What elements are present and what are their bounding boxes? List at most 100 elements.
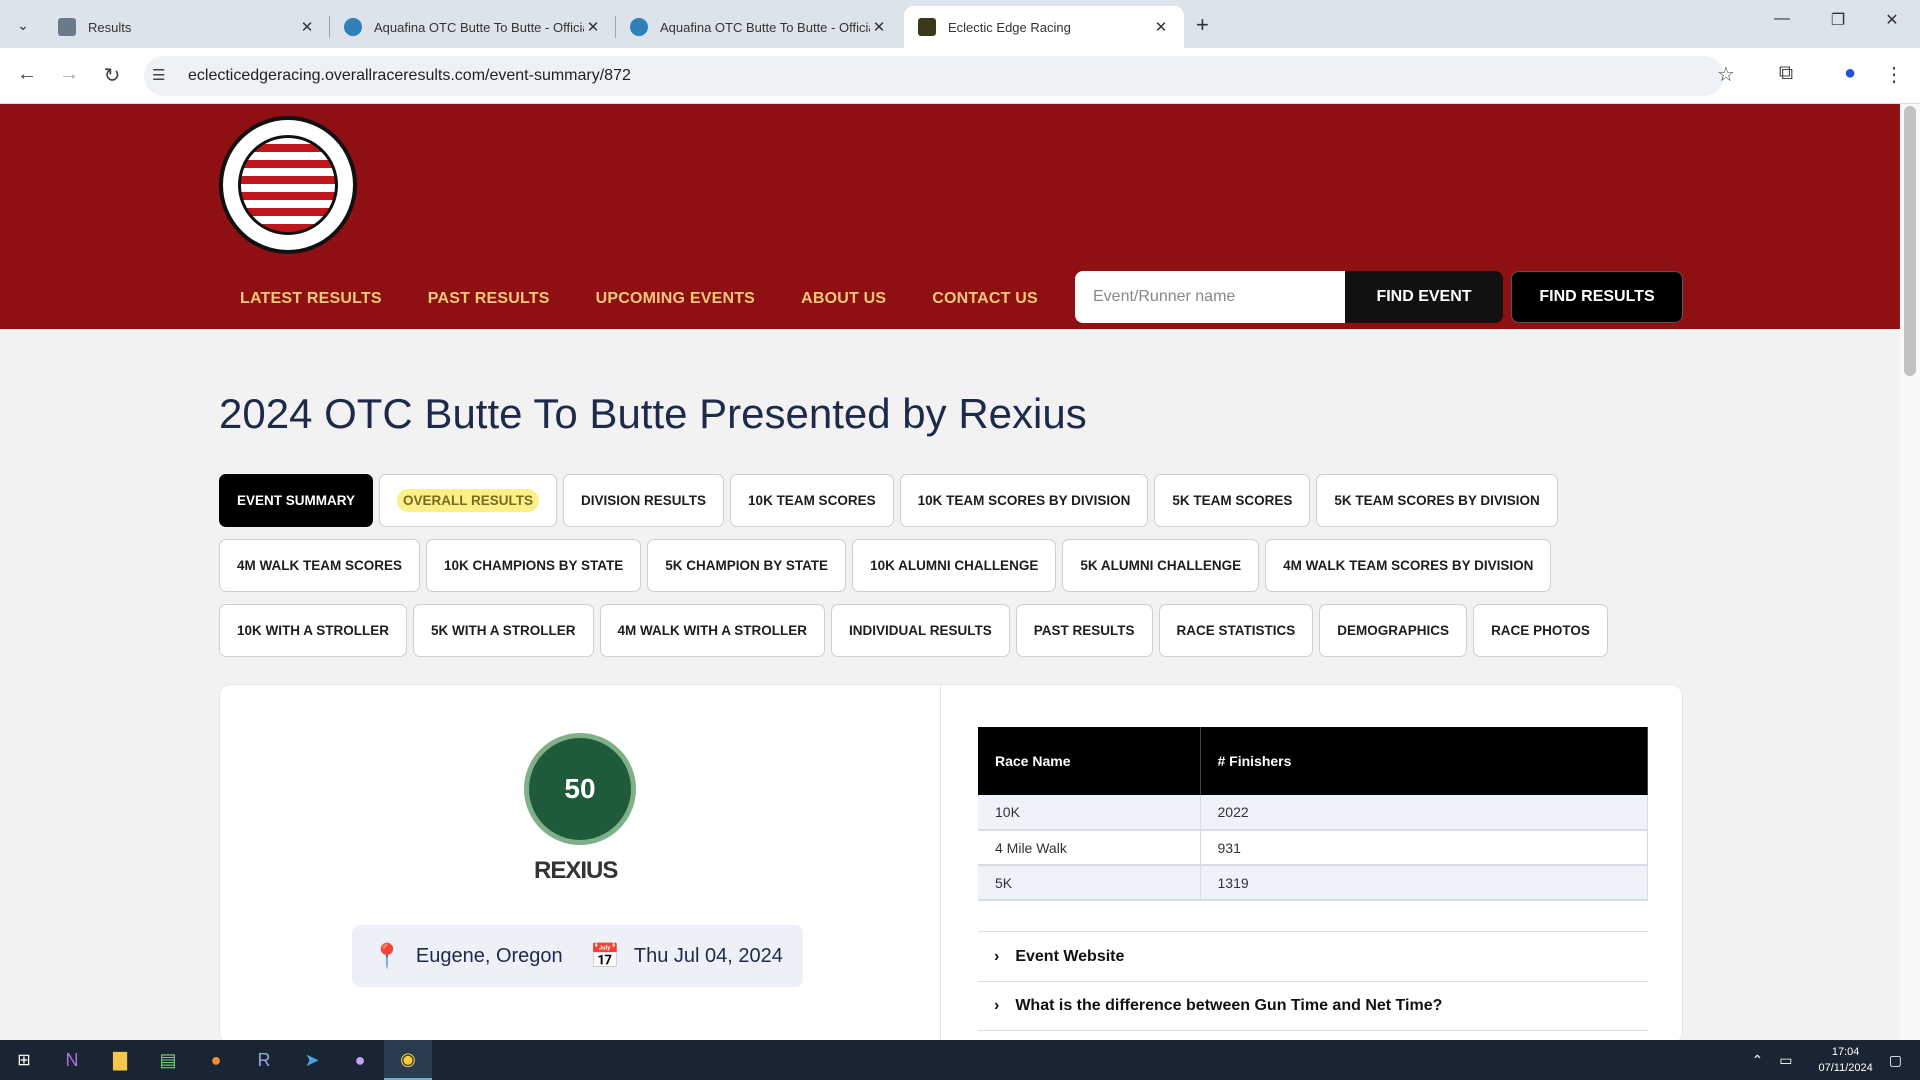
tab-aquafina-1[interactable]: Aquafina OTC Butte To Butte - Official ✕ bbox=[330, 6, 616, 48]
url-bar[interactable]: eclecticedgeracing.overallraceresults.co… bbox=[144, 56, 1724, 96]
event-location: Eugene, Oregon bbox=[415, 944, 563, 967]
tab-search-chevron-icon[interactable]: ⌄ bbox=[10, 12, 36, 38]
calendar-icon: 📅 bbox=[590, 942, 620, 970]
minimize-icon[interactable]: — bbox=[1762, 10, 1802, 28]
nav-upcoming-events[interactable]: UPCOMING EVENTS bbox=[596, 290, 755, 308]
results-favicon-icon bbox=[58, 18, 76, 36]
site-info-icon[interactable]: ☰ bbox=[152, 66, 165, 84]
tab-5k-team-scores-by-division[interactable]: 5K TEAM SCORES BY DIVISION bbox=[1316, 474, 1558, 527]
browser-tab-bar: ⌄ Results ✕ Aquafina OTC Butte To Butte … bbox=[0, 0, 1920, 48]
event-runner-search-input[interactable]: Event/Runner name bbox=[1075, 271, 1355, 323]
tab-10k-team-scores[interactable]: 10K TEAM SCORES bbox=[730, 474, 894, 527]
tab-overall-results[interactable]: OVERALL RESULTS bbox=[379, 474, 558, 527]
tab-10k-with-stroller[interactable]: 10K WITH A STROLLER bbox=[219, 604, 408, 657]
site-header: LATEST RESULTS PAST RESULTS UPCOMING EVE… bbox=[0, 104, 1900, 329]
reload-icon[interactable]: ↻ bbox=[99, 63, 125, 88]
chevron-right-icon: › bbox=[994, 997, 1000, 1014]
address-toolbar: ← → ↻ eclecticedgeracing.overallraceresu… bbox=[0, 48, 1920, 104]
accordion-gun-vs-net-time[interactable]: › What is the difference between Gun Tim… bbox=[978, 981, 1648, 1031]
event-date: Thu Jul 04, 2024 bbox=[633, 944, 783, 967]
tab-10k-alumni-challenge[interactable]: 10K ALUMNI CHALLENGE bbox=[852, 539, 1057, 592]
onenote-icon[interactable]: N bbox=[48, 1040, 96, 1080]
table-row: 10K 2022 bbox=[978, 795, 1648, 831]
tab-results[interactable]: Results ✕ bbox=[44, 6, 330, 48]
menu-kebab-icon[interactable]: ⋮ bbox=[1880, 62, 1908, 87]
tab-individual-results[interactable]: INDIVIDUAL RESULTS bbox=[831, 604, 1010, 657]
page-scrollbar[interactable] bbox=[1900, 104, 1920, 1040]
tab-eclectic-edge[interactable]: Eclectic Edge Racing ✕ bbox=[904, 6, 1184, 48]
page-content: LATEST RESULTS PAST RESULTS UPCOMING EVE… bbox=[0, 104, 1900, 1040]
file-explorer-icon[interactable]: ▇ bbox=[96, 1040, 144, 1080]
window-close-icon[interactable]: ✕ bbox=[1872, 10, 1912, 30]
tab-5k-champion-by-state[interactable]: 5K CHAMPION BY STATE bbox=[647, 539, 847, 592]
forward-arrow-icon[interactable]: → bbox=[56, 63, 82, 86]
tab-4m-walk-team-scores[interactable]: 4M WALK TEAM SCORES bbox=[219, 539, 421, 592]
map-pin-icon: 📍 bbox=[372, 942, 402, 970]
restore-icon[interactable]: ❐ bbox=[1818, 10, 1858, 30]
tab-aquafina-2[interactable]: Aquafina OTC Butte To Butte - Official ✕ bbox=[616, 6, 902, 48]
system-tray: ⌃ ▭ 17:04 07/11/2024 ▢ bbox=[1752, 1040, 1920, 1080]
tab-4m-walk-team-scores-by-division[interactable]: 4M WALK TEAM SCORES BY DIVISION bbox=[1265, 539, 1552, 592]
profile-avatar-icon[interactable]: ● bbox=[1836, 62, 1864, 85]
tab-10k-team-scores-by-division[interactable]: 10K TEAM SCORES BY DIVISION bbox=[899, 474, 1149, 527]
close-icon[interactable]: ✕ bbox=[870, 18, 888, 36]
tab-4m-walk-with-stroller[interactable]: 4M WALK WITH A STROLLER bbox=[599, 604, 825, 657]
close-icon[interactable]: ✕ bbox=[298, 18, 316, 36]
chrome-icon[interactable]: ◉ bbox=[384, 1040, 432, 1080]
eclectic-edge-logo[interactable] bbox=[219, 116, 357, 254]
event-subnav: EVENT SUMMARY OVERALL RESULTS DIVISION R… bbox=[219, 474, 1689, 669]
nav-contact-us[interactable]: CONTACT US bbox=[932, 290, 1038, 308]
tab-race-statistics[interactable]: RACE STATISTICS bbox=[1158, 604, 1314, 657]
rexius-sponsor-logo: REXIUS bbox=[534, 857, 618, 884]
clock[interactable]: 17:04 07/11/2024 bbox=[1819, 1044, 1873, 1076]
bookmark-star-icon[interactable]: ☆ bbox=[1712, 62, 1740, 87]
tab-event-summary[interactable]: EVENT SUMMARY bbox=[219, 474, 374, 527]
close-icon[interactable]: ✕ bbox=[584, 18, 602, 36]
tab-5k-alumni-challenge[interactable]: 5K ALUMNI CHALLENGE bbox=[1062, 539, 1260, 592]
butte-to-butte-logo: 50 bbox=[524, 733, 636, 845]
battery-icon[interactable]: ▭ bbox=[1779, 1052, 1792, 1069]
tray-chevron-up-icon[interactable]: ⌃ bbox=[1752, 1052, 1764, 1069]
main-nav: LATEST RESULTS PAST RESULTS UPCOMING EVE… bbox=[240, 290, 1038, 308]
location-pill: 📍 Eugene, Oregon bbox=[352, 925, 583, 987]
col-finishers: # Finishers bbox=[1200, 727, 1648, 795]
notifications-icon[interactable]: ▢ bbox=[1889, 1052, 1902, 1069]
date-pill: 📅 Thu Jul 04, 2024 bbox=[570, 925, 803, 987]
aquafina-favicon-icon bbox=[630, 18, 648, 36]
tab-5k-team-scores[interactable]: 5K TEAM SCORES bbox=[1154, 474, 1311, 527]
url-text: eclecticedgeracing.overallraceresults.co… bbox=[188, 67, 631, 84]
finishers-table: Race Name # Finishers 10K 2022 4 Mile Wa… bbox=[978, 727, 1648, 901]
new-tab-plus-icon[interactable]: + bbox=[1196, 12, 1209, 38]
nav-about-us[interactable]: ABOUT US bbox=[801, 290, 886, 308]
nav-past-results[interactable]: PAST RESULTS bbox=[428, 290, 550, 308]
tab-past-results[interactable]: PAST RESULTS bbox=[1015, 604, 1153, 657]
scrollbar-thumb[interactable] bbox=[1904, 106, 1916, 376]
table-row: 4 Mile Walk 931 bbox=[978, 830, 1648, 866]
tab-division-results[interactable]: DIVISION RESULTS bbox=[563, 474, 725, 527]
page-title: 2024 OTC Butte To Butte Presented by Rex… bbox=[219, 390, 1087, 437]
find-event-button[interactable]: FIND EVENT bbox=[1345, 271, 1503, 323]
nav-latest-results[interactable]: LATEST RESULTS bbox=[240, 290, 382, 308]
windows-taskbar: ⊞ N ▇ ▤ ● R ➤ ● ◉ ⌃ ▭ 17:04 07/11/2024 ▢ bbox=[0, 1040, 1920, 1080]
aquafina-favicon-icon bbox=[344, 18, 362, 36]
firefox-icon[interactable]: ● bbox=[192, 1040, 240, 1080]
event-summary-card: 50 REXIUS 📍 Eugene, Oregon 📅 Thu Jul 04,… bbox=[219, 684, 1683, 1040]
github-icon[interactable]: ● bbox=[336, 1040, 384, 1080]
notepad-icon[interactable]: ▤ bbox=[144, 1040, 192, 1080]
accordion-event-website[interactable]: › Event Website bbox=[978, 931, 1648, 981]
extensions-puzzle-icon[interactable]: ⧉ bbox=[1772, 62, 1800, 85]
tab-5k-with-stroller[interactable]: 5K WITH A STROLLER bbox=[413, 604, 594, 657]
tab-race-photos[interactable]: RACE PHOTOS bbox=[1473, 604, 1608, 657]
tab-10k-champions-by-state[interactable]: 10K CHAMPIONS BY STATE bbox=[426, 539, 642, 592]
eclectic-favicon-icon bbox=[918, 18, 936, 36]
find-results-button[interactable]: FIND RESULTS bbox=[1511, 271, 1683, 323]
back-arrow-icon[interactable]: ← bbox=[14, 63, 40, 86]
table-row: 5K 1319 bbox=[978, 865, 1648, 901]
col-race-name: Race Name bbox=[978, 727, 1201, 795]
tab-demographics[interactable]: DEMOGRAPHICS bbox=[1319, 604, 1468, 657]
telegram-icon[interactable]: ➤ bbox=[288, 1040, 336, 1080]
chevron-right-icon: › bbox=[994, 947, 1000, 965]
r-app-icon[interactable]: R bbox=[240, 1040, 288, 1080]
windows-start-icon[interactable]: ⊞ bbox=[0, 1040, 48, 1080]
close-icon[interactable]: ✕ bbox=[1152, 18, 1170, 36]
